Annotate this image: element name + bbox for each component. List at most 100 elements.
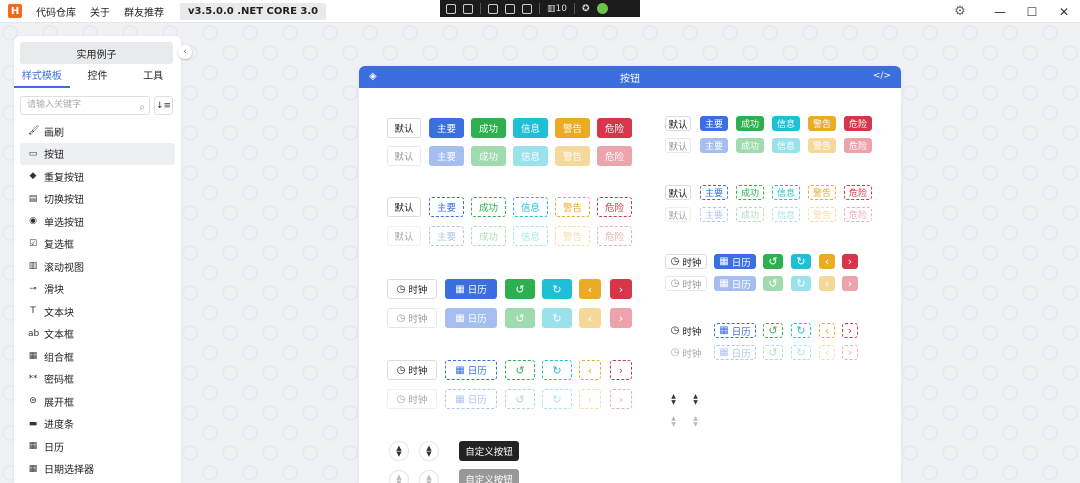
code-toggle-icon[interactable]: </> bbox=[873, 71, 891, 81]
success-outline-button[interactable]: 成功 bbox=[471, 226, 506, 246]
primary-outline-button[interactable]: 主要 bbox=[429, 197, 464, 217]
success-small-icon-button[interactable]: ↺ bbox=[763, 276, 783, 291]
close-button[interactable]: ✕ bbox=[1048, 0, 1080, 23]
success-small-button[interactable]: 成功 bbox=[736, 116, 764, 131]
warning-outline-button[interactable]: 警告 bbox=[555, 197, 590, 217]
danger-outline-button[interactable]: 危险 bbox=[597, 226, 632, 246]
calendar-small-outline-button[interactable]: ▦ 日历 bbox=[714, 323, 756, 338]
danger-small-outline-button[interactable]: 危险 bbox=[844, 207, 872, 222]
default-outline-button[interactable]: 默认 bbox=[387, 226, 421, 246]
layers-icon[interactable]: ◈ bbox=[369, 71, 377, 82]
select-element-icon[interactable] bbox=[488, 3, 498, 14]
calendar-small-button[interactable]: ▦ 日历 bbox=[714, 254, 756, 269]
sidebar-item[interactable]: ▦ 日期选择器 bbox=[20, 458, 175, 481]
warning-button[interactable]: 警告 bbox=[555, 146, 590, 166]
calendar-button[interactable]: ▦ 日历 bbox=[445, 279, 497, 299]
warning-small-icon-button[interactable]: ‹ bbox=[819, 254, 835, 269]
success-outline-button[interactable]: 成功 bbox=[471, 197, 506, 217]
live-tree-icon[interactable] bbox=[446, 3, 456, 14]
warning-small-outline-icon-button[interactable]: ‹ bbox=[819, 323, 835, 338]
default-small-button[interactable]: 默认 bbox=[665, 138, 691, 153]
rotate-left-outline-button[interactable]: ↺ bbox=[505, 360, 535, 380]
danger-small-outline-button[interactable]: 危险 bbox=[844, 185, 872, 200]
info-outline-button[interactable]: 信息 bbox=[513, 226, 548, 246]
rotate-right-button[interactable]: ↻ bbox=[542, 279, 572, 299]
rotate-right-button[interactable]: ↻ bbox=[542, 308, 572, 328]
updown-stepper[interactable]: ▲ ▼ bbox=[419, 441, 439, 461]
calendar-small-outline-button[interactable]: ▦ 日历 bbox=[714, 345, 756, 360]
updown-small-stepper[interactable]: ▲ ▼ bbox=[666, 414, 681, 429]
settings-gear-icon[interactable]: ⚙ bbox=[944, 0, 976, 23]
sidebar-item[interactable]: ⊸ 滑块 bbox=[20, 278, 175, 301]
menu-code-repo[interactable]: 代码仓库 bbox=[36, 4, 76, 19]
maximize-button[interactable]: ☐ bbox=[1016, 0, 1048, 23]
rotate-right-outline-button[interactable]: ↻ bbox=[542, 389, 572, 409]
danger-small-outline-icon-button[interactable]: › bbox=[842, 345, 858, 360]
sidebar-item[interactable]: ☑ 复选框 bbox=[20, 233, 175, 256]
prev-outline-button[interactable]: ‹ bbox=[579, 360, 601, 380]
video-icon[interactable] bbox=[463, 3, 473, 14]
sidebar-item[interactable]: ▦ 组合框 bbox=[20, 345, 175, 368]
calendar-small-button[interactable]: ▦ 日历 bbox=[714, 276, 756, 291]
updown-small-stepper[interactable]: ▲ ▼ bbox=[688, 414, 703, 429]
next-button[interactable]: › bbox=[610, 279, 632, 299]
check-status-icon[interactable] bbox=[596, 3, 608, 14]
default-small-button[interactable]: 默认 bbox=[665, 116, 691, 131]
success-small-outline-icon-button[interactable]: ↺ bbox=[763, 345, 783, 360]
custom-button[interactable]: 自定义按钮 bbox=[459, 441, 519, 461]
updown-stepper[interactable]: ▲ ▼ bbox=[389, 470, 409, 483]
sidebar-item[interactable]: ▭ 按钮 bbox=[20, 142, 175, 165]
warning-small-outline-icon-button[interactable]: ‹ bbox=[819, 345, 835, 360]
clock-button[interactable]: ◷ 时钟 bbox=[387, 279, 437, 299]
info-button[interactable]: 信息 bbox=[513, 146, 548, 166]
info-small-outline-button[interactable]: 信息 bbox=[772, 185, 800, 200]
rotate-left-button[interactable]: ↺ bbox=[505, 308, 535, 328]
sidebar-item[interactable]: ▬ 进度条 bbox=[20, 413, 175, 436]
success-small-button[interactable]: 成功 bbox=[736, 138, 764, 153]
rotate-left-button[interactable]: ↺ bbox=[505, 279, 535, 299]
default-outline-button[interactable]: 默认 bbox=[387, 197, 421, 217]
calendar-button[interactable]: ▦ 日历 bbox=[445, 308, 497, 328]
info-small-button[interactable]: 信息 bbox=[772, 116, 800, 131]
warning-small-outline-button[interactable]: 警告 bbox=[808, 207, 836, 222]
updown-small-stepper[interactable]: ▲ ▼ bbox=[688, 392, 703, 407]
warning-button[interactable]: 警告 bbox=[555, 118, 590, 138]
info-small-button[interactable]: 信息 bbox=[772, 138, 800, 153]
collapse-sidebar-icon[interactable]: ‹ bbox=[178, 45, 192, 59]
warning-small-icon-button[interactable]: ‹ bbox=[819, 276, 835, 291]
next-outline-button[interactable]: › bbox=[610, 360, 632, 380]
minimize-button[interactable]: — bbox=[984, 0, 1016, 23]
warning-small-button[interactable]: 警告 bbox=[808, 116, 836, 131]
sort-button[interactable]: ↓≡ bbox=[154, 96, 173, 115]
tab-tools[interactable]: 工具 bbox=[125, 68, 181, 88]
danger-small-icon-button[interactable]: › bbox=[842, 276, 858, 291]
default-button[interactable]: 默认 bbox=[387, 146, 421, 166]
track-focus-icon[interactable] bbox=[522, 3, 532, 14]
info-small-icon-button[interactable]: ↻ bbox=[791, 276, 811, 291]
rotate-right-outline-button[interactable]: ↻ bbox=[542, 360, 572, 380]
primary-button[interactable]: 主要 bbox=[429, 118, 464, 138]
default-button[interactable]: 默认 bbox=[387, 118, 421, 138]
danger-small-outline-icon-button[interactable]: › bbox=[842, 323, 858, 338]
default-small-outline-button[interactable]: 默认 bbox=[665, 185, 691, 200]
sidebar-item[interactable]: ◉ 单选按钮 bbox=[20, 210, 175, 233]
sidebar-item[interactable]: ⊜ 展开框 bbox=[20, 390, 175, 413]
sidebar-item[interactable]: ▥ 滚动视图 bbox=[20, 255, 175, 278]
updown-small-stepper[interactable]: ▲ ▼ bbox=[666, 392, 681, 407]
info-small-outline-button[interactable]: 信息 bbox=[772, 207, 800, 222]
next-button[interactable]: › bbox=[610, 308, 632, 328]
primary-outline-button[interactable]: 主要 bbox=[429, 226, 464, 246]
info-button[interactable]: 信息 bbox=[513, 118, 548, 138]
prev-outline-button[interactable]: ‹ bbox=[579, 389, 601, 409]
sidebar-item[interactable]: 🖌 画刷 bbox=[20, 120, 175, 143]
success-small-outline-icon-button[interactable]: ↺ bbox=[763, 323, 783, 338]
info-small-outline-icon-button[interactable]: ↻ bbox=[791, 345, 811, 360]
primary-small-outline-button[interactable]: 主要 bbox=[700, 185, 728, 200]
success-small-outline-button[interactable]: 成功 bbox=[736, 185, 764, 200]
danger-small-icon-button[interactable]: › bbox=[842, 254, 858, 269]
danger-small-button[interactable]: 危险 bbox=[844, 138, 872, 153]
success-small-outline-button[interactable]: 成功 bbox=[736, 207, 764, 222]
warning-small-outline-button[interactable]: 警告 bbox=[808, 185, 836, 200]
clock-outline-button[interactable]: ◷ 时钟 bbox=[387, 360, 437, 380]
sidebar-item[interactable]: T 文本块 bbox=[20, 300, 175, 323]
